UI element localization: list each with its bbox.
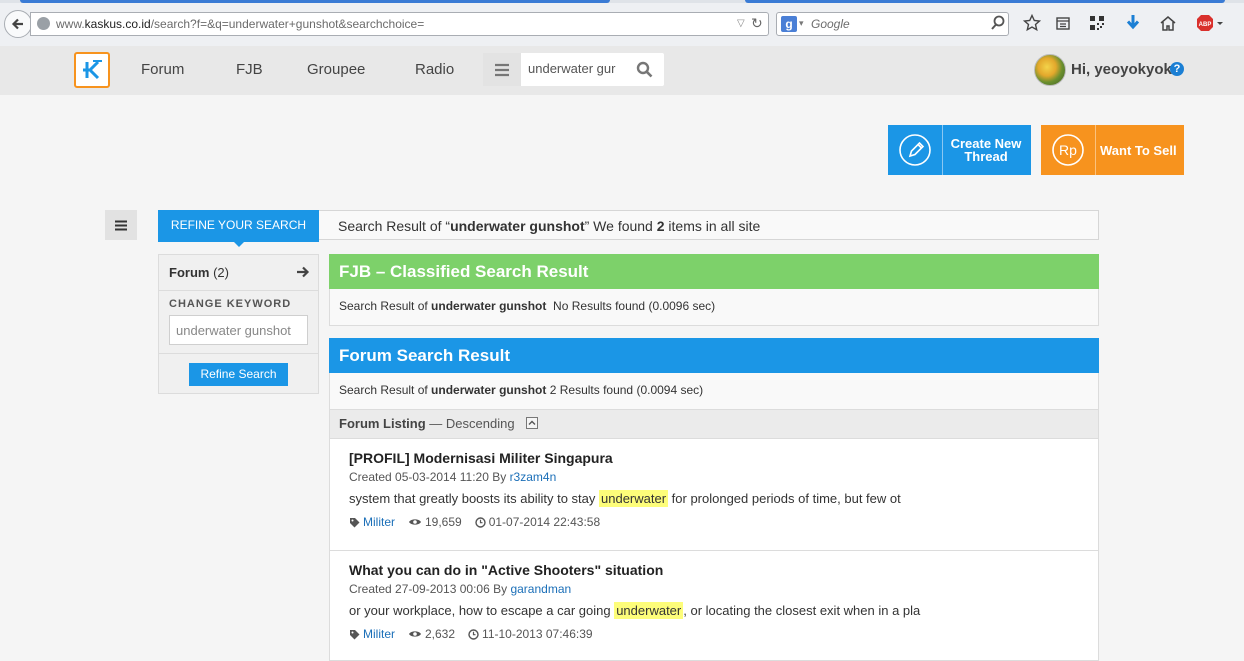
- browser-search-box[interactable]: g ▾ Google: [776, 12, 1009, 36]
- thread-meta: Created 05-03-2014 11:20 By r3zam4n: [349, 470, 557, 484]
- forum-listing-header: Forum Listing — Descending: [329, 410, 1099, 439]
- eye-icon: [409, 519, 421, 525]
- engine-dropdown-icon[interactable]: ▾: [799, 18, 804, 29]
- fjb-result-text: Search Result of underwater gunshot No R…: [329, 289, 1099, 326]
- sell-label: Want To Sell: [1100, 143, 1177, 158]
- nav-radio[interactable]: Radio: [415, 61, 454, 78]
- refine-panel: Forum (2) CHANGE KEYWORD Refine Search: [158, 254, 319, 394]
- nav-groupee[interactable]: Groupee: [307, 61, 365, 78]
- home-icon[interactable]: [1157, 12, 1179, 34]
- download-icon[interactable]: [1122, 12, 1144, 34]
- help-icon[interactable]: ?: [1170, 62, 1184, 76]
- sort-toggle-icon[interactable]: [526, 416, 539, 429]
- search-summary: Search Result of “underwater gunshot” We…: [319, 210, 1099, 240]
- arrow-right-icon[interactable]: [296, 265, 310, 284]
- tab-strip: [0, 0, 1244, 3]
- rupiah-icon: Rp: [1041, 125, 1096, 175]
- fjb-heading: FJB – Classified Search Result: [329, 254, 1099, 289]
- keyword-input[interactable]: [169, 315, 308, 345]
- google-icon[interactable]: g: [781, 16, 797, 32]
- last-post-time: 01-07-2014 22:43:58: [488, 515, 601, 529]
- last-post-time: 11-10-2013 07:46:39: [482, 627, 593, 641]
- kaskus-logo[interactable]: [74, 52, 110, 88]
- rupiah-symbol: Rp: [1059, 142, 1077, 158]
- list-item: What you can do in "Active Shooters" sit…: [329, 551, 1099, 661]
- qr-code-icon[interactable]: [1086, 12, 1108, 34]
- tag-icon: [350, 517, 360, 527]
- thread-title[interactable]: [PROFIL] Modernisasi Militer Singapura: [349, 450, 613, 466]
- list-item: [PROFIL] Modernisasi Militer Singapura C…: [329, 439, 1099, 551]
- thread-title[interactable]: What you can do in "Active Shooters" sit…: [349, 562, 663, 578]
- thread-stats: Militer 19,659 01-07-2014 22:43:58: [349, 515, 613, 529]
- url-dropdown-icon[interactable]: ▽: [737, 18, 745, 29]
- back-icon[interactable]: [4, 10, 32, 38]
- site-search: [483, 53, 664, 86]
- refine-search-button[interactable]: Refine Search: [189, 363, 288, 386]
- reading-list-icon[interactable]: [1052, 12, 1074, 34]
- thread-meta: Created 27-09-2013 00:06 By garandman: [349, 582, 572, 596]
- nav-forum[interactable]: Forum: [141, 61, 184, 78]
- bookmark-star-icon[interactable]: [1021, 12, 1043, 34]
- adblock-icon[interactable]: ABP: [1196, 12, 1226, 34]
- reload-icon[interactable]: ↻: [751, 15, 763, 32]
- refine-your-search-tab[interactable]: REFINE YOUR SEARCH: [158, 210, 319, 247]
- forum-filter[interactable]: Forum (2): [169, 265, 229, 280]
- thread-snippet: system that greatly boosts its ability t…: [349, 490, 901, 507]
- globe-icon: [37, 17, 50, 30]
- category-link[interactable]: Militer: [363, 515, 395, 529]
- create-new-thread-button[interactable]: Create New Thread: [888, 125, 1031, 175]
- site-search-icon[interactable]: [636, 61, 653, 83]
- search-icon[interactable]: [991, 15, 1005, 36]
- clock-icon: [475, 516, 486, 528]
- thread-snippet: or your workplace, how to escape a car g…: [349, 602, 921, 619]
- address-bar[interactable]: www.kaskus.co.id/search?f=&q=underwater+…: [30, 12, 769, 36]
- want-to-sell-button[interactable]: Rp Want To Sell: [1041, 125, 1184, 175]
- search-placeholder: Google: [811, 17, 850, 31]
- site-search-input[interactable]: [528, 61, 622, 76]
- tag-icon: [350, 629, 360, 639]
- view-count: 2,632: [425, 627, 456, 641]
- thread-stats: Militer 2,632 11-10-2013 07:46:39: [349, 627, 606, 641]
- clock-icon: [468, 628, 479, 640]
- adblock-label: ABP: [1199, 22, 1212, 28]
- nav-fjb[interactable]: FJB: [236, 61, 263, 78]
- author-link[interactable]: r3zam4n: [510, 470, 557, 484]
- author-link[interactable]: garandman: [510, 582, 571, 596]
- sidebar-toggle-icon[interactable]: [105, 210, 137, 240]
- category-link[interactable]: Militer: [363, 627, 395, 641]
- hamburger-menu-icon[interactable]: [483, 53, 521, 86]
- forum-result-text: Search Result of underwater gunshot 2 Re…: [329, 373, 1099, 410]
- avatar[interactable]: [1034, 54, 1066, 86]
- pencil-icon: [888, 125, 943, 175]
- url-text: www.kaskus.co.id/search?f=&q=underwater+…: [56, 17, 425, 31]
- view-count: 19,659: [425, 515, 462, 529]
- eye-icon: [409, 631, 421, 637]
- browser-toolbar: www.kaskus.co.id/search?f=&q=underwater+…: [0, 0, 1244, 47]
- user-greeting[interactable]: Hi, yeoyokyok: [1071, 61, 1172, 78]
- change-keyword-label: CHANGE KEYWORD: [169, 298, 292, 310]
- forum-heading: Forum Search Result: [329, 338, 1099, 373]
- create-label: Create New Thread: [950, 136, 1022, 164]
